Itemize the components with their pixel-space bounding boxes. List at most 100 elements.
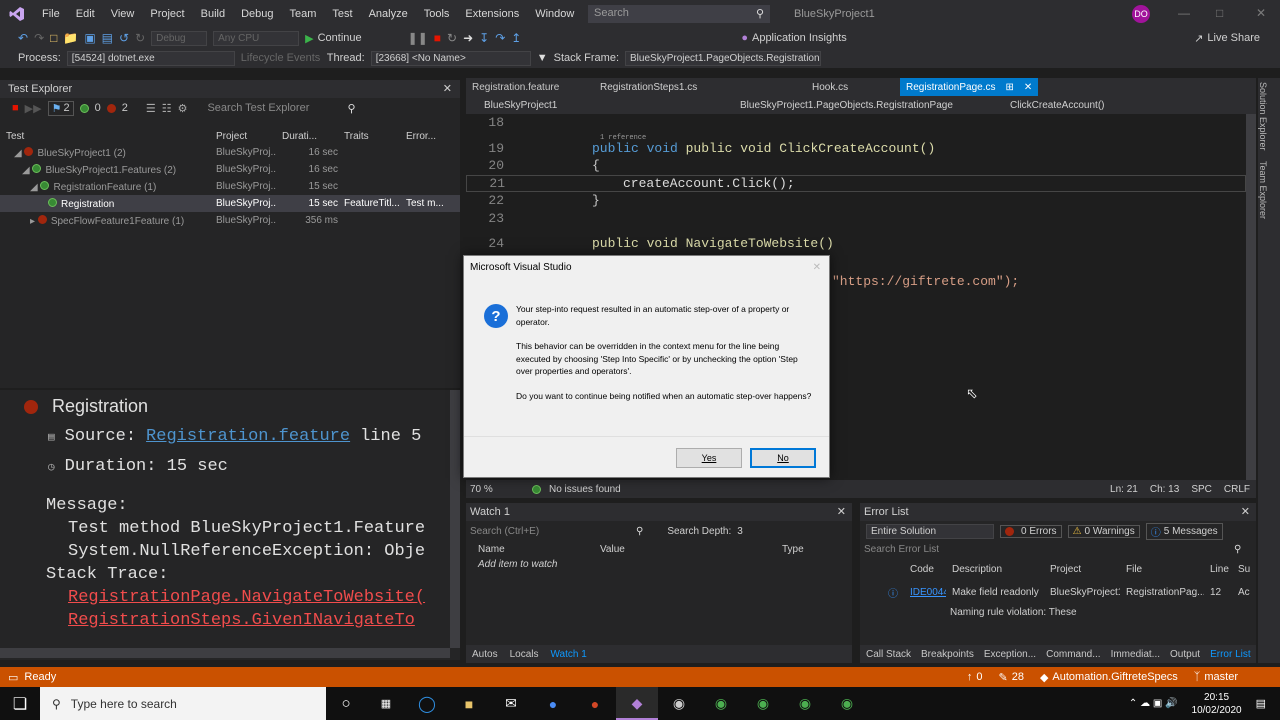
visual-studio-taskbar-icon[interactable]: ◆ [616,687,658,720]
tab-registration-feature[interactable]: Registration.feature [466,82,594,93]
expand-icon[interactable]: ◢ [22,165,32,176]
line-ending-indicator[interactable]: CRLF [1218,484,1256,495]
run-icon[interactable]: ▶▶ [25,102,42,115]
close-panel-icon[interactable]: ✕ [1241,503,1250,521]
pending-changes[interactable]: ✎ 28 [998,671,1023,684]
chrome-icon[interactable]: ◉ [742,695,784,712]
repository-select[interactable]: ◆ Automation.GiftreteSpecs [1040,671,1178,684]
step-into-icon[interactable]: ↧ [479,31,489,45]
watch-search-input[interactable]: Search (Ctrl+E) [470,526,630,537]
stack-frame-select[interactable]: BlueSkyProject1.PageObjects.Registration [625,50,822,66]
col-test[interactable]: Test [0,131,210,142]
menu-team[interactable]: Team [282,0,325,28]
nav-class-select[interactable]: BlueSkyProject1.PageObjects.Registration… [726,100,988,111]
error-code-link[interactable]: IDE0044 [904,587,946,598]
tab-autos[interactable]: Autos [472,649,498,660]
close-panel-icon[interactable]: ✕ [837,503,846,521]
source-link[interactable]: Registration.feature [146,427,350,446]
col-suppression[interactable]: Su [1232,564,1250,575]
stack-trace-link[interactable]: RegistrationPage.NavigateToWebsite( [46,588,425,607]
error-row[interactable]: ⓘ IDE0044 Make field readonly BlueSkyPro… [860,577,1256,607]
browser-icon[interactable]: ◉ [658,695,700,712]
tab-call-stack[interactable]: Call Stack [866,649,911,660]
add-watch-item[interactable]: Add item to watch [466,557,852,573]
pause-icon[interactable]: ❚❚ [408,31,428,45]
col-type[interactable]: Type [776,544,804,555]
col-name[interactable]: Name [466,544,594,555]
close-window-icon[interactable]: ✕ [1256,6,1266,20]
back-icon[interactable]: ↶ [18,31,28,45]
col-code[interactable]: Code [904,564,946,575]
warnings-filter[interactable]: ⚠ 0 Warnings [1067,524,1140,538]
notifications-icon[interactable]: ▤ [1256,697,1266,710]
total-tests-filter[interactable]: ⚑ 2 [47,100,74,116]
close-tab-icon[interactable]: ✕ [1024,82,1032,93]
tab-hook[interactable]: Hook.cs [806,82,900,93]
tab-output[interactable]: Output [1170,649,1200,660]
stack-trace-link[interactable]: RegistrationSteps.GivenINavigateTo [46,611,425,630]
application-insights-button[interactable]: ● Application Insights [741,32,846,44]
save-icon[interactable]: ▣ [84,31,95,45]
file-explorer-icon[interactable]: ■ [448,696,490,712]
search-depth-select[interactable]: 3 [737,526,743,537]
menu-file[interactable]: File [34,0,68,28]
tab-immediate[interactable]: Immediat... [1111,649,1160,660]
test-row[interactable]: ◢ BlueSkyProject1.Features (2) BlueSkyPr… [0,161,460,178]
passed-tests-filter[interactable]: 0 [79,102,101,114]
no-button[interactable]: No [750,448,816,468]
messages-filter[interactable]: ⓘ 5 Messages [1145,522,1223,540]
mail-icon[interactable]: ✉ [490,695,532,712]
tab-exceptions[interactable]: Exception... [984,649,1036,660]
test-row[interactable]: ◢ RegistrationFeature (1) BlueSkyProj...… [0,178,460,195]
run-all-icon[interactable]: ■ [12,102,19,114]
menu-test[interactable]: Test [324,0,360,28]
menu-project[interactable]: Project [142,0,192,28]
issues-indicator[interactable]: No issues found [532,484,732,495]
menu-tools[interactable]: Tools [416,0,458,28]
expand-icon[interactable]: ◢ [14,148,24,159]
horizontal-scrollbar[interactable] [0,648,450,658]
zoom-icon[interactable]: ● [532,696,574,712]
thread-select[interactable]: [23668] <No Name> [370,50,531,66]
col-line[interactable]: Line [1204,564,1232,575]
tab-locals[interactable]: Locals [510,649,539,660]
nav-project-select[interactable]: BlueSkyProject1 [466,100,726,111]
menu-window[interactable]: Window [527,0,582,28]
redo-icon[interactable]: ↻ [135,31,145,45]
close-dialog-icon[interactable]: ✕ [813,262,821,273]
editor-vertical-scrollbar[interactable] [1246,114,1256,480]
process-select[interactable]: [54524] dotnet.exe [66,50,235,66]
tab-error-list[interactable]: Error List [1210,649,1251,660]
unpushed-commits[interactable]: ↑ 0 [967,671,983,683]
error-row-partial[interactable]: Naming rule violation: These [860,607,1256,619]
live-share-button[interactable]: ↗ Live Share [1194,32,1260,45]
user-avatar[interactable]: DO [1132,5,1150,23]
playlist-icon[interactable]: ☰ [146,102,156,115]
solution-explorer-tab[interactable]: Solution Explorer [1258,82,1268,151]
pin-icon[interactable]: ⊞ [1006,82,1014,93]
maximize-icon[interactable]: □ [1216,6,1223,20]
menu-edit[interactable]: Edit [68,0,103,28]
save-all-icon[interactable]: ▤ [102,31,113,45]
menu-build[interactable]: Build [193,0,233,28]
platform-select[interactable]: Any CPU [213,30,300,46]
group-by-icon[interactable]: ☷ [162,102,172,115]
zoom-select[interactable]: 70 % [466,484,532,495]
codelens-hint[interactable]: 1 reference [600,134,646,142]
chrome-icon[interactable]: ◉ [826,695,868,712]
vertical-scrollbar[interactable] [450,390,460,648]
failed-tests-filter[interactable]: 2 [106,102,128,114]
configuration-select[interactable]: Debug [151,30,208,46]
col-description[interactable]: Description [946,564,1044,575]
taskbar-search[interactable]: ⚲ Type here to search [40,687,326,720]
close-panel-icon[interactable]: ✕ [443,80,452,98]
restart-icon[interactable]: ↻ [447,31,457,45]
continue-button[interactable]: ▶ Continue [305,32,362,45]
new-project-icon[interactable]: □ [50,31,57,45]
menu-view[interactable]: View [103,0,143,28]
stop-icon[interactable]: ■ [434,31,441,45]
yes-button[interactable]: Yes [676,448,742,468]
nav-member-select[interactable]: ClickCreateAccount() [988,100,1104,111]
task-view-icon[interactable]: ▦ [366,697,406,710]
global-search-input[interactable]: Search ⚲ [588,5,770,23]
